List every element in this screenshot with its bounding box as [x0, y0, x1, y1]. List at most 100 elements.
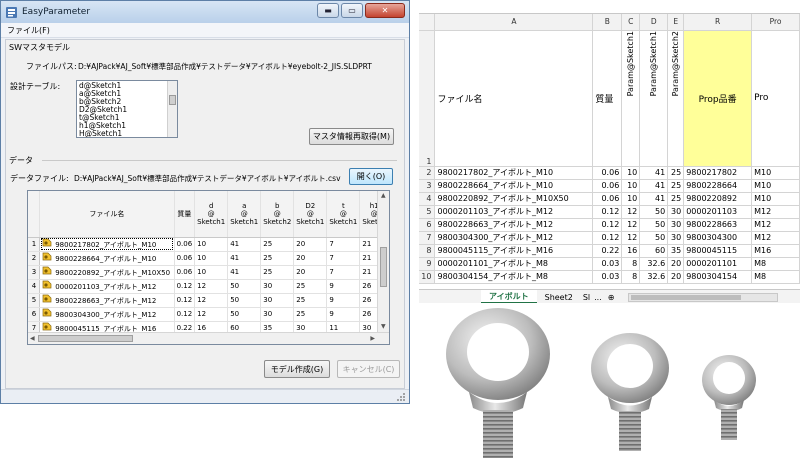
sheet-cell[interactable]: 9800228663_アイボルト_M12 — [434, 218, 594, 232]
sheet-cell[interactable]: 41 — [639, 166, 669, 180]
sheet-cell[interactable]: 50 — [639, 218, 669, 232]
grid-cell[interactable]: 0.12 — [174, 293, 196, 308]
grid-cell[interactable]: 0.12 — [174, 307, 196, 322]
sheet-cell[interactable]: 9800304300 — [683, 231, 753, 245]
create-model-button[interactable]: モデル作成(G) — [264, 360, 330, 378]
sheet-horizontal-scrollbar[interactable] — [628, 292, 779, 302]
grid-cell[interactable]: 9 — [326, 279, 361, 294]
sheet-cell[interactable]: M12 — [751, 205, 800, 219]
sheet-cell[interactable]: 9800304154_アイボルト_M8 — [434, 270, 594, 284]
grid-cell[interactable]: 10 — [194, 265, 229, 280]
grid-cell[interactable]: 25 — [260, 237, 295, 252]
sheet-cell[interactable]: 9800045115_アイボルト_M16 — [434, 244, 594, 258]
grid-row-header[interactable]: 2 — [28, 251, 41, 266]
grid-column-header[interactable]: a @ Sketch1 — [227, 191, 262, 238]
grid-cell[interactable]: 20 — [293, 251, 328, 266]
grid-row-header[interactable]: 4 — [28, 279, 41, 294]
sheet-cell[interactable]: 16 — [621, 244, 641, 258]
sheet-cell[interactable]: 9800304154 — [683, 270, 753, 284]
grid-row-header[interactable]: 1 — [28, 237, 41, 252]
resize-grip-icon[interactable] — [396, 392, 406, 402]
sheet-cell[interactable]: 20 — [667, 257, 685, 271]
grid-row-header[interactable]: 6 — [28, 307, 41, 322]
column-header[interactable]: R — [683, 14, 753, 31]
header-param-c-cell[interactable]: Param@Sketch1 — [621, 30, 641, 167]
row-number[interactable]: 10 — [419, 270, 436, 284]
data-grid[interactable]: ファイル名 質量 d @ Sketch1 a @ Sketch1 b @ Sketch2… — [27, 190, 390, 345]
grid-cell[interactable]: 7 — [326, 265, 361, 280]
sheet-cell[interactable]: 0.06 — [592, 179, 623, 193]
sheet-cell[interactable]: 0.03 — [592, 270, 623, 284]
grid-row[interactable]: 1 9800217802_アイボルト_M10 0.06 10 41 25 20 7 21 — [28, 237, 389, 252]
grid-row-header[interactable]: 3 — [28, 265, 41, 280]
grid-cell[interactable]: 25 — [260, 265, 295, 280]
minimize-button[interactable]: ▬ — [317, 3, 339, 18]
grid-cell-file-name[interactable]: 9800304300_アイボルト_M12 — [39, 307, 175, 322]
row-number[interactable]: 9 — [419, 257, 436, 271]
grid-cell[interactable]: 12 — [194, 293, 229, 308]
sheet-cell[interactable]: 9800228664 — [683, 179, 753, 193]
sheet-cell[interactable]: 35 — [667, 244, 685, 258]
column-header[interactable]: C — [621, 14, 641, 31]
grid-cell[interactable]: 7 — [326, 251, 361, 266]
sheet-cell[interactable]: 0.03 — [592, 257, 623, 271]
sheet-cell[interactable]: 9800220892 — [683, 192, 753, 206]
grid-cell-file-name[interactable]: 9800228663_アイボルト_M12 — [39, 293, 175, 308]
sheet-cell[interactable]: 41 — [639, 192, 669, 206]
menu-file[interactable]: ファイル(F) — [7, 25, 50, 36]
sheet-cell[interactable]: 0.22 — [592, 244, 623, 258]
sheet-tab-more[interactable]: Sl — [581, 290, 592, 303]
sheet-cell[interactable]: 9800304300_アイボルト_M12 — [434, 231, 594, 245]
sheet-cell[interactable]: 25 — [667, 192, 685, 206]
grid-row[interactable]: 5 9800228663_アイボルト_M12 0.12 12 50 30 25 9 26 — [28, 293, 389, 308]
sheet-cell[interactable]: M8 — [751, 270, 800, 284]
grid-column-header[interactable]: t @ Sketch1 — [326, 191, 361, 238]
sheet-cell[interactable]: 12 — [621, 231, 641, 245]
sheet-cell[interactable]: M16 — [751, 244, 800, 258]
grid-cell[interactable]: 20 — [293, 265, 328, 280]
sheet-cell[interactable]: 25 — [667, 179, 685, 193]
column-header[interactable]: Pro — [751, 14, 800, 31]
grid-cell-file-name[interactable]: 9800220892_アイボルト_M10X50 — [39, 265, 175, 280]
sheet-cell[interactable]: 0.06 — [592, 166, 623, 180]
sheet-cell[interactable]: 9800228664_アイボルト_M10 — [434, 179, 594, 193]
grid-cell[interactable]: 0.12 — [174, 279, 196, 294]
grid-cell[interactable]: 30 — [260, 293, 295, 308]
grid-cell[interactable]: 12 — [194, 307, 229, 322]
grid-cell[interactable]: 12 — [194, 279, 229, 294]
sheet-cell[interactable]: 0.12 — [592, 218, 623, 232]
sheet-tab-ellipsis[interactable]: ... — [592, 290, 604, 303]
grid-row[interactable]: 3 9800220892_アイボルト_M10X50 0.06 10 41 25 20 7 21 — [28, 265, 389, 280]
sheet-cell[interactable]: 0.06 — [592, 192, 623, 206]
header-mass[interactable]: 質量 — [592, 30, 623, 167]
sheet-cell[interactable]: 30 — [667, 205, 685, 219]
sheet-cell[interactable]: 12 — [621, 218, 641, 232]
grid-cell[interactable]: 25 — [293, 307, 328, 322]
grid-cell[interactable]: 0.06 — [174, 237, 196, 252]
sheet-tab-sheet2[interactable]: Sheet2 — [537, 290, 581, 303]
grid-cell[interactable]: 50 — [227, 293, 262, 308]
design-table-item[interactable]: H@Sketch1 — [79, 130, 175, 138]
column-header[interactable]: D — [639, 14, 669, 31]
maximize-button[interactable]: ▭ — [341, 3, 363, 18]
sheet-cell[interactable]: 10 — [621, 166, 641, 180]
grid-column-header[interactable]: ファイル名 — [39, 191, 175, 238]
sheet-cell[interactable]: M12 — [751, 231, 800, 245]
grid-vertical-scrollbar[interactable]: ▲ ▼ — [377, 191, 389, 332]
column-header[interactable]: B — [592, 14, 623, 31]
grid-cell[interactable]: 50 — [227, 307, 262, 322]
sheet-cell[interactable]: 30 — [667, 218, 685, 232]
grid-row-header[interactable]: 5 — [28, 293, 41, 308]
row-number[interactable]: 1 — [419, 30, 436, 167]
sheet-cell[interactable]: 9800228663 — [683, 218, 753, 232]
grid-column-header[interactable]: d @ Sketch1 — [194, 191, 229, 238]
row-number[interactable]: 8 — [419, 244, 436, 258]
grid-cell[interactable]: 0.06 — [174, 251, 196, 266]
grid-row[interactable]: 2 9800228664_アイボルト_M10 0.06 10 41 25 20 7 21 — [28, 251, 389, 266]
grid-row[interactable]: 4 0000201103_アイボルト_M12 0.12 12 50 30 25 9 26 — [28, 279, 389, 294]
header-file-name[interactable]: ファイル名 — [434, 30, 594, 167]
sheet-cell[interactable]: 0000201101_アイボルト_M8 — [434, 257, 594, 271]
header-prop-next[interactable]: Pro — [751, 30, 800, 167]
grid-column-header[interactable]: 質量 — [174, 191, 196, 238]
sheet-cell[interactable]: 9800220892_アイボルト_M10X50 — [434, 192, 594, 206]
